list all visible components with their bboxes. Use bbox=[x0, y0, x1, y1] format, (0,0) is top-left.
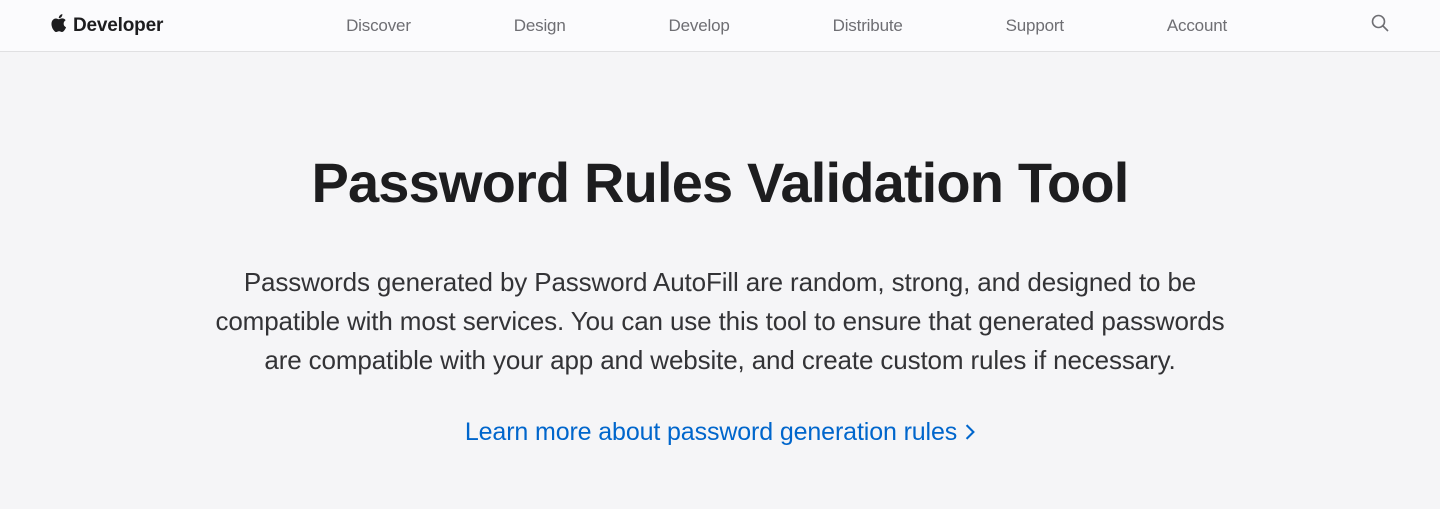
nav-link-distribute[interactable]: Distribute bbox=[833, 16, 903, 36]
page-title: Password Rules Validation Tool bbox=[195, 150, 1245, 215]
main-content: Password Rules Validation Tool Passwords… bbox=[195, 52, 1245, 447]
apple-logo-icon bbox=[50, 13, 67, 38]
page-description: Passwords generated by Password AutoFill… bbox=[195, 263, 1245, 380]
nav-links-container: Discover Design Develop Distribute Suppo… bbox=[243, 16, 1330, 36]
top-navbar: Developer Discover Design Develop Distri… bbox=[0, 0, 1440, 52]
nav-link-develop[interactable]: Develop bbox=[669, 16, 730, 36]
chevron-right-icon bbox=[965, 418, 975, 447]
nav-link-support[interactable]: Support bbox=[1006, 16, 1064, 36]
search-icon[interactable] bbox=[1370, 13, 1390, 38]
nav-link-design[interactable]: Design bbox=[514, 16, 566, 36]
learn-more-link[interactable]: Learn more about password generation rul… bbox=[465, 418, 975, 447]
nav-link-discover[interactable]: Discover bbox=[346, 16, 411, 36]
learn-more-text: Learn more about password generation rul… bbox=[465, 418, 957, 447]
nav-link-account[interactable]: Account bbox=[1167, 16, 1227, 36]
brand-text: Developer bbox=[73, 15, 163, 37]
brand-link[interactable]: Developer bbox=[50, 13, 163, 38]
